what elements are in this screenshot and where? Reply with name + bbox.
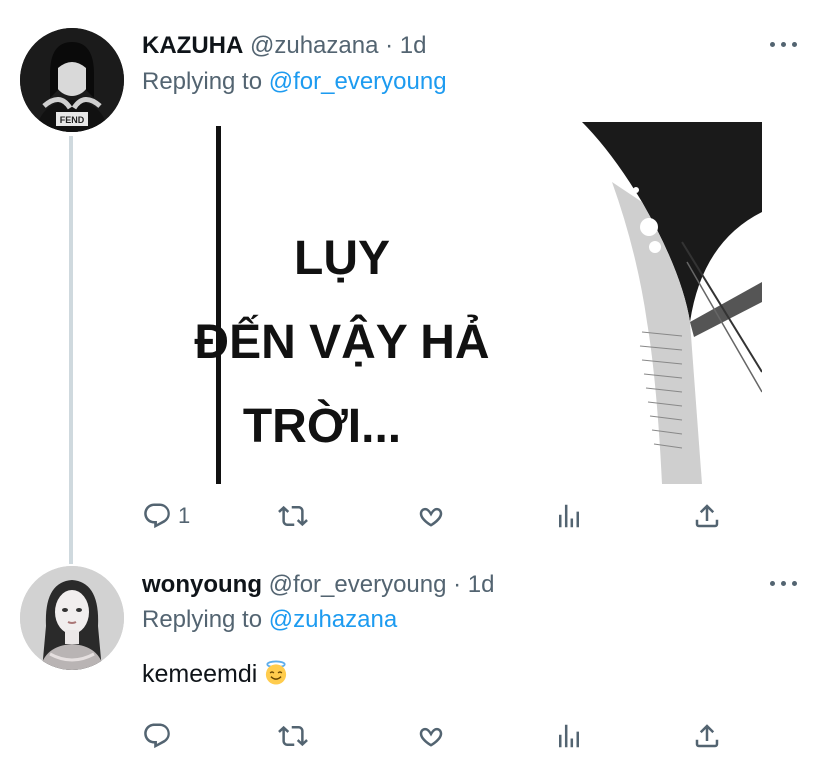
media-text-line-2: ĐẾN VẬY HẢ [194,314,489,369]
tweet-text: kemeemdi [142,658,289,690]
replying-to-mention[interactable]: @for_everyoung [269,68,447,95]
analytics-button[interactable] [554,720,584,752]
timestamp[interactable]: 1d [400,32,427,59]
replying-to: Replying to @for_everyoung [142,67,447,97]
analytics-button[interactable] [554,500,584,532]
timestamp[interactable]: 1d [468,571,495,598]
display-name[interactable]: KAZUHA [142,32,243,59]
share-icon [695,504,719,528]
share-icon [695,724,719,748]
thread-line [69,136,73,564]
share-button[interactable] [692,500,722,532]
separator-dot: · [453,571,462,598]
display-name[interactable]: wonyoung [142,571,262,598]
replying-to-mention[interactable]: @zuhazana [269,606,397,633]
separator-dot: · [385,32,394,59]
media-text-line-1: LỤY [294,232,390,285]
tweet-media-image[interactable]: LỤY ĐẾN VẬY HẢ TRỜI... [142,122,762,484]
tweet-actions: 1 [140,500,740,532]
tweet-wonyoung[interactable]: wonyoung @for_everyoung · 1d Replying to… [0,550,828,768]
retweet-icon [278,725,308,747]
tweet-header: KAZUHA @zuhazana · 1d [142,31,427,61]
smiling-face-with-halo-icon [266,660,287,685]
like-button[interactable] [416,500,446,532]
share-button[interactable] [692,720,722,752]
avatar-kazuha[interactable]: FEND [20,28,124,132]
more-options-button[interactable] [770,40,798,50]
reply-button[interactable]: 1 [142,500,190,532]
handle[interactable]: @for_everyoung [269,571,447,598]
media-text-line-3: TRỜI... [243,398,401,453]
reply-icon [144,503,170,529]
retweet-icon [278,505,308,527]
tweet-header: wonyoung @for_everyoung · 1d [142,570,495,600]
retweet-button[interactable] [278,720,308,752]
replying-to: Replying to @zuhazana [142,605,397,635]
heart-icon [419,507,443,527]
tweet-actions [140,720,740,752]
replying-to-label: Replying to [142,68,263,95]
tweet-kazuha[interactable]: FEND KAZUHA @zuhazana · 1d Replying to @… [0,0,828,564]
reply-button[interactable] [142,720,172,752]
heart-icon [419,727,443,747]
analytics-icon [559,724,579,748]
tweet-text-content: kemeemdi [142,660,258,688]
replying-to-label: Replying to [142,606,263,633]
handle[interactable]: @zuhazana [250,32,378,59]
analytics-icon [559,504,579,528]
reply-icon [144,723,170,749]
more-options-button[interactable] [770,579,798,589]
retweet-button[interactable] [278,500,308,532]
like-button[interactable] [416,720,446,752]
avatar-wonyoung[interactable] [20,566,124,670]
reply-count: 1 [178,503,191,528]
svg-text:FEND: FEND [60,115,85,125]
